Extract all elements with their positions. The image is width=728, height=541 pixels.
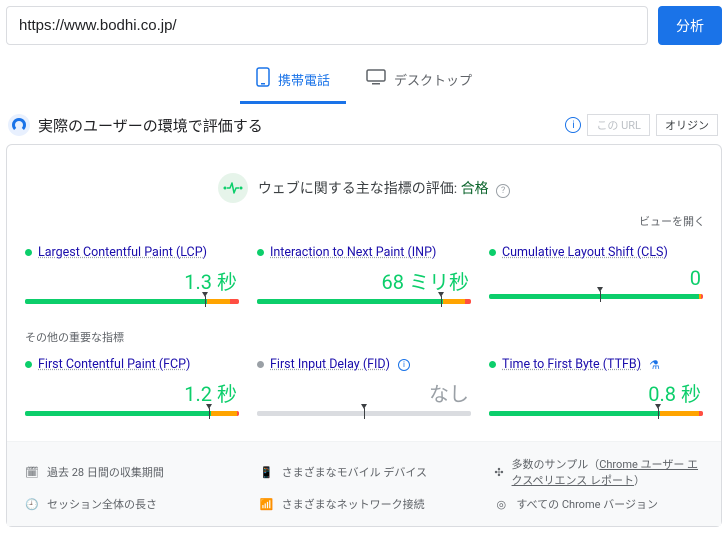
status-dot-icon <box>25 361 32 368</box>
metric-fcp-name[interactable]: First Contentful Paint (FCP) <box>38 357 190 372</box>
footer-samples: 多数のサンプル（Chrome ユーザー エクスペリエンス レポート） <box>512 456 703 488</box>
analyze-button[interactable]: 分析 <box>658 6 722 45</box>
chip-this-url[interactable]: この URL <box>587 114 650 136</box>
metric-fid-value: なし <box>257 378 469 407</box>
metric-lcp-name[interactable]: Largest Contentful Paint (LCP) <box>38 245 207 260</box>
mobile-icon <box>256 67 270 91</box>
cwv-assessment-label: ウェブに関する主な指標の評価: 合格 ? <box>258 178 510 198</box>
footer-info: 🗓 過去 28 日間の収集期間 📱 さまざまなモバイル デバイス ✣ 多数のサンプル（… <box>7 441 721 526</box>
metric-lcp-value: 1.3 秒 <box>25 266 237 295</box>
url-input[interactable] <box>6 6 648 45</box>
metric-fcp: First Contentful Paint (FCP) 1.2 秒 <box>25 357 239 423</box>
chrome-icon: ◎ <box>494 497 508 511</box>
field-data-card: ウェブに関する主な指標の評価: 合格 ? ビューを開く Largest Cont… <box>6 144 722 527</box>
info-icon[interactable]: i <box>398 359 410 371</box>
metric-cls-value: 0 <box>489 266 701 290</box>
experimental-icon: ⚗ <box>649 358 660 372</box>
devices-icon: 📱 <box>260 465 274 479</box>
metric-ttfb: Time to First Byte (TTFB) ⚗ 0.8 秒 <box>489 357 703 423</box>
metric-lcp: Largest Contentful Paint (LCP) 1.3 秒 <box>25 245 239 311</box>
info-icon[interactable]: i <box>565 117 581 133</box>
tab-mobile[interactable]: 携帯電話 <box>240 59 346 104</box>
metric-inp-value: 68 ミリ秒 <box>257 266 469 295</box>
metric-inp-name[interactable]: Interaction to Next Paint (INP) <box>270 245 436 260</box>
cwv-assessment-status: 合格 <box>461 181 489 197</box>
tab-mobile-label: 携帯電話 <box>278 70 330 89</box>
metric-ttfb-value: 0.8 秒 <box>489 378 701 407</box>
tab-desktop-label: デスクトップ <box>394 70 472 89</box>
chip-origin[interactable]: オリジン <box>656 114 718 136</box>
status-dot-icon <box>257 249 264 256</box>
metric-inp: Interaction to Next Paint (INP) 68 ミリ秒 <box>257 245 471 311</box>
help-icon[interactable]: ? <box>496 184 510 198</box>
footer-devices: さまざまなモバイル デバイス <box>282 464 427 480</box>
status-dot-icon <box>489 249 496 256</box>
cwv-assessment-text: ウェブに関する主な指標の評価: <box>258 181 457 197</box>
status-dot-icon <box>257 361 264 368</box>
clock-icon: 🕘 <box>25 497 39 511</box>
status-dot-icon <box>489 361 496 368</box>
desktop-icon <box>366 69 386 89</box>
footer-network: さまざまなネットワーク接続 <box>282 496 425 512</box>
status-dot-icon <box>25 249 32 256</box>
footer-chrome: すべての Chrome バージョン <box>516 496 658 512</box>
gauge-icon <box>8 114 30 136</box>
footer-session: セッション全体の長さ <box>47 496 157 512</box>
metric-cls-name[interactable]: Cumulative Layout Shift (CLS) <box>502 245 668 260</box>
samples-icon: ✣ <box>494 465 503 479</box>
pulse-icon <box>218 173 248 203</box>
metric-ttfb-name[interactable]: Time to First Byte (TTFB) <box>502 357 641 372</box>
metric-fid: First Input Delay (FID) i なし <box>257 357 471 423</box>
metric-fcp-value: 1.2 秒 <box>25 378 237 407</box>
metric-fid-name[interactable]: First Input Delay (FID) <box>270 357 390 372</box>
tab-desktop[interactable]: デスクトップ <box>350 59 488 104</box>
calendar-icon: 🗓 <box>25 465 39 479</box>
metric-cls: Cumulative Layout Shift (CLS) 0 <box>489 245 703 311</box>
open-view-link[interactable]: ビューを開く <box>7 213 721 237</box>
network-icon: 📶 <box>260 497 274 511</box>
section-title: 実際のユーザーの環境で評価する <box>38 115 557 136</box>
other-metrics-title: その他の重要な指標 <box>7 329 721 349</box>
footer-period: 過去 28 日間の収集期間 <box>47 464 164 480</box>
